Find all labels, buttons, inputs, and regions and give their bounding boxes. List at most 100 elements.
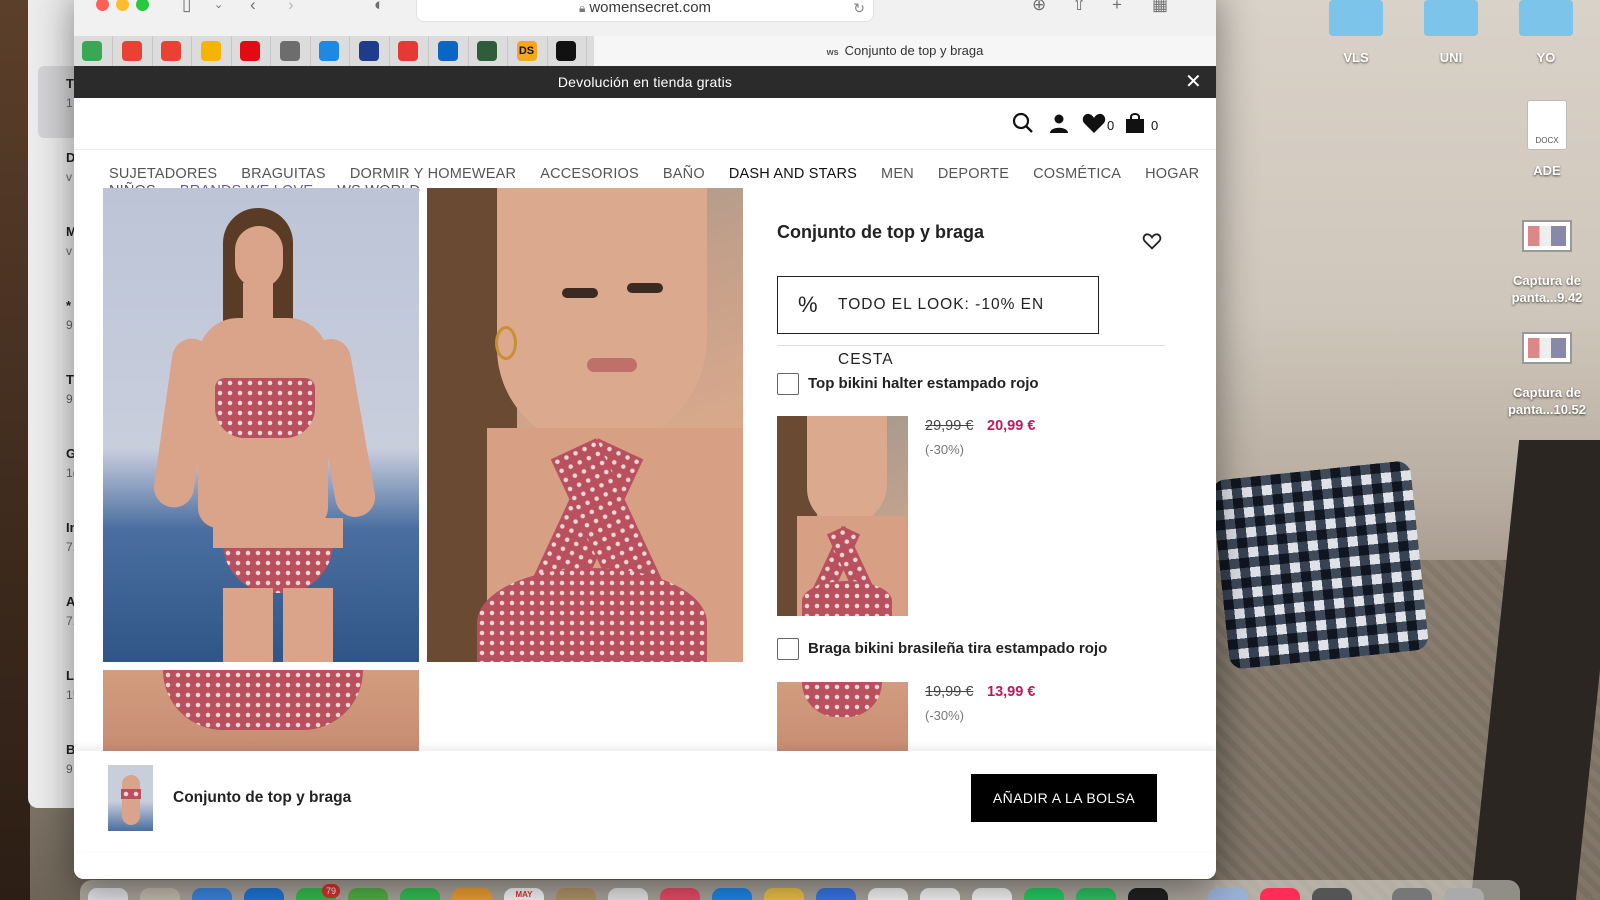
tab-favicon: ws: [826, 47, 839, 57]
product-image-2[interactable]: [427, 188, 743, 662]
app-icon[interactable]: [1312, 888, 1352, 900]
excel-icon[interactable]: [972, 888, 1012, 900]
maps-icon[interactable]: [82, 41, 102, 61]
divider: [777, 345, 1165, 346]
address-bar[interactable]: 🔒︎ womensecret.com ↻: [416, 0, 874, 22]
mail-preview: 9: [66, 762, 73, 776]
download-icon[interactable]: ⊕: [1032, 0, 1046, 14]
mail-icon[interactable]: [244, 888, 284, 900]
look-promo-button[interactable]: % TODO EL LOOK: -10% EN CESTA: [777, 276, 1099, 368]
heart-icon[interactable]: [1082, 112, 1106, 139]
add-to-bag-button[interactable]: AÑADIR A LA BOLSA: [971, 774, 1157, 822]
photos-icon[interactable]: [452, 888, 492, 900]
mail-sender: L: [66, 668, 74, 683]
folder-icon[interactable]: [1424, 0, 1478, 36]
app-icon[interactable]: [1260, 888, 1300, 900]
nav-item-cosmetica[interactable]: COSMÉTICA: [1033, 166, 1121, 183]
item-checkbox-top[interactable]: [777, 373, 799, 395]
safari-icon[interactable]: [192, 888, 232, 900]
item-thumbnail-bottom[interactable]: [777, 682, 908, 762]
nav-item-dormir[interactable]: DORMIR Y HOMEWEAR: [350, 166, 516, 183]
shield-icon[interactable]: ◐: [374, 0, 384, 14]
item-thumbnail-top[interactable]: [777, 416, 908, 616]
notes-icon[interactable]: [764, 888, 804, 900]
favorites-separator: [349, 36, 350, 66]
nav-item-hogar[interactable]: HOGAR: [1145, 166, 1199, 183]
product-image-3[interactable]: [103, 670, 419, 760]
app-icon[interactable]: [920, 888, 960, 900]
folder-icon[interactable]: [1519, 0, 1573, 36]
nav-item-braguitas[interactable]: BRAGUITAS: [241, 166, 326, 183]
calendar-month: MAY: [515, 890, 533, 899]
wishlist-heart-icon[interactable]: [1142, 232, 1162, 254]
cloud-icon[interactable]: [279, 41, 300, 61]
nav-item-men[interactable]: MEN: [881, 166, 914, 183]
chevron-down-icon[interactable]: ⌄: [214, 0, 223, 14]
ds-icon[interactable]: DS: [516, 41, 537, 61]
whatsapp-icon[interactable]: [1024, 888, 1064, 900]
app-icon[interactable]: [1128, 888, 1168, 900]
tab-overview-icon[interactable]: ▦: [1152, 0, 1168, 14]
folder-label-vls: VLS: [1343, 50, 1369, 65]
finder-icon[interactable]: [88, 888, 128, 900]
back-icon[interactable]: ‹: [250, 0, 256, 14]
google-drive-icon[interactable]: [200, 41, 221, 61]
maps-icon[interactable]: [348, 888, 388, 900]
account-icon[interactable]: [1048, 112, 1070, 139]
app-icon[interactable]: [1208, 888, 1248, 900]
downloads-icon[interactable]: [1392, 888, 1432, 900]
nav-item-sujetadores[interactable]: SUJETADORES: [109, 166, 217, 183]
url-text: womensecret.com: [589, 0, 712, 16]
facetime-icon[interactable]: [400, 888, 440, 900]
word-icon[interactable]: [868, 888, 908, 900]
shopping-bag-icon[interactable]: [1124, 112, 1146, 139]
app-icon[interactable]: [358, 41, 379, 61]
screenshot-file-icon[interactable]: [1522, 220, 1572, 252]
nav-item-accesorios[interactable]: ACCESORIOS: [540, 166, 639, 183]
minimize-window-button[interactable]: [116, 0, 129, 11]
sidebar-icon[interactable]: ▯: [182, 0, 191, 14]
favorites-separator: [546, 36, 548, 66]
forward-icon[interactable]: ›: [288, 0, 294, 14]
app-icon[interactable]: [556, 888, 596, 900]
app-icon[interactable]: [608, 888, 648, 900]
nav-item-dash-and-stars[interactable]: DASH AND STARS: [729, 166, 857, 183]
folder-icon[interactable]: [1329, 0, 1383, 36]
search-icon[interactable]: [1012, 112, 1034, 139]
share-icon[interactable]: ⇧: [1072, 0, 1086, 14]
app-icon[interactable]: [1076, 888, 1116, 900]
app-store-icon[interactable]: [712, 888, 752, 900]
active-tab[interactable]: ws Conjunto de top y braga: [594, 36, 1216, 66]
new-tab-icon[interactable]: +: [1112, 0, 1122, 14]
calendar-icon[interactable]: MAY: [504, 888, 544, 900]
circle-icon[interactable]: [556, 41, 576, 61]
music-icon[interactable]: [660, 888, 700, 900]
sale-price-top: 20,99 €: [987, 418, 1036, 434]
close-icon[interactable]: ✕: [1185, 66, 1202, 98]
netflix-icon[interactable]: [240, 41, 260, 61]
product-image-1[interactable]: [103, 188, 419, 662]
gmail-icon[interactable]: [161, 41, 181, 61]
screenshot-file-icon[interactable]: [1522, 332, 1572, 364]
mail-sender: T: [66, 372, 74, 387]
nav-item-deporte[interactable]: DEPORTE: [938, 166, 1009, 183]
close-window-button[interactable]: [96, 0, 109, 11]
reload-icon[interactable]: ↻: [853, 0, 865, 23]
mail-preview: 9: [66, 318, 73, 332]
app-icon[interactable]: [816, 888, 856, 900]
app-icon[interactable]: [477, 41, 497, 61]
gmail-icon[interactable]: [121, 41, 142, 61]
screenshot-label-1: Captura de panta...9.42: [1492, 272, 1600, 306]
nav-item-bano[interactable]: BAÑO: [663, 166, 705, 183]
app-icon[interactable]: [140, 888, 180, 900]
trash-icon[interactable]: [1444, 888, 1484, 900]
mail-preview: 1: [66, 96, 73, 110]
lock-icon: 🔒︎: [578, 1, 586, 15]
deviantart-icon[interactable]: [398, 41, 418, 61]
docx-file-icon[interactable]: DOCX: [1527, 100, 1567, 150]
zoom-window-button[interactable]: [136, 0, 149, 11]
item-checkbox-bottom[interactable]: [777, 638, 799, 660]
linkedin-icon[interactable]: [437, 41, 458, 61]
screenshot-label-2: Captura de panta...10.52: [1492, 384, 1600, 418]
c-icon[interactable]: [319, 41, 339, 61]
